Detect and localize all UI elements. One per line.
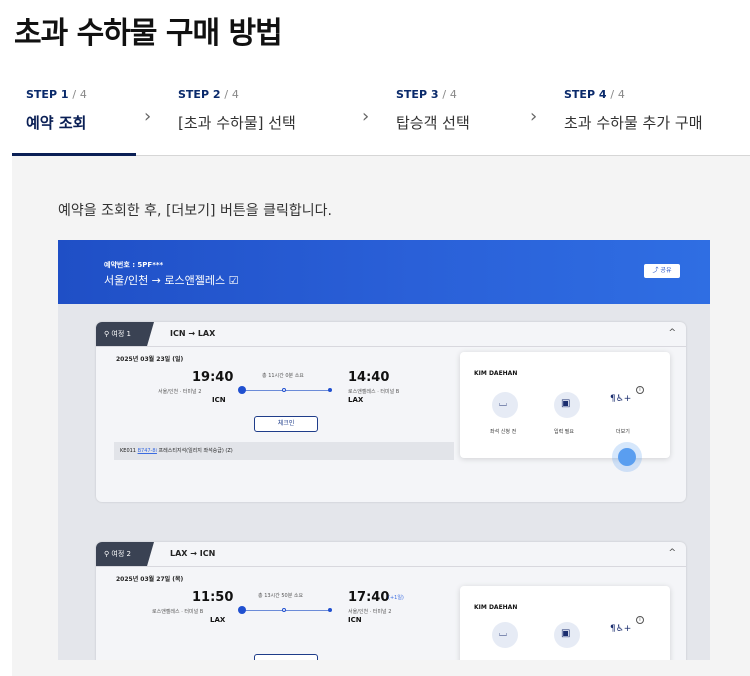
next-day-badge: (+1일) [388, 595, 404, 601]
passenger-card: KIM DAEHAN ⌴ ▣ ¶♿+ i [460, 586, 670, 660]
plane-icon [238, 386, 246, 394]
reservation-header: 예약번호 : 5PF*** 서울/인천 → 로스앤젤레스 ☑ ⤴ 공유 [58, 240, 710, 304]
arrival-time: 17:40 [348, 590, 390, 605]
departure-terminal: 서울/인천 · 터미널 2 [158, 389, 202, 395]
arrival-terminal: 로스앤젤레스 · 터미널 B [348, 389, 400, 395]
trip-date: 2025년 03월 23일 (일) [116, 356, 184, 363]
step-tabs: STEP 1 / 4 예약 조회 › STEP 2 / 4 [초과 수하물] 선… [12, 84, 750, 156]
chevron-right-icon: › [530, 106, 538, 127]
passport-icon: ▣ [561, 398, 571, 409]
arrival-time: 14:40 [348, 370, 390, 385]
tab-step-2[interactable]: STEP 2 / 4 [초과 수하물] 선택 [164, 84, 354, 156]
tab-step-4[interactable]: STEP 4 / 4 초과 수하물 추가 구매 [550, 84, 750, 156]
trip-route: LAX → ICN [170, 549, 216, 558]
trip-date: 2025년 03월 27일 (목) [116, 576, 184, 583]
reservation-route: 서울/인천 → 로스앤젤레스 ☑ [104, 274, 239, 287]
collapse-chevron-icon[interactable]: ^ [668, 548, 676, 558]
departure-code: LAX [210, 616, 226, 624]
trip-tag: ⚲ 여정 2 [96, 542, 154, 566]
arrival-code: LAX [348, 396, 364, 404]
seat-icon: ⌴ [499, 628, 507, 639]
departure-time: 11:50 [192, 590, 234, 605]
meal-accessibility-icon: ¶♿+ [610, 394, 632, 404]
departure-time: 19:40 [192, 370, 234, 385]
chevron-right-icon: › [144, 106, 152, 127]
tab-step-3[interactable]: STEP 3 / 4 탑승객 선택 [382, 84, 522, 156]
example-screenshot: 예약번호 : 5PF*** 서울/인천 → 로스앤젤레스 ☑ ⤴ 공유 ⚲ 여정… [58, 240, 710, 660]
step-label: 탑승객 선택 [396, 114, 470, 132]
more-option-label[interactable]: 더보기 [616, 428, 630, 435]
trip-card-2: ⚲ 여정 2 LAX → ICN ^ 2025년 03월 27일 (목) 11:… [96, 542, 686, 660]
arrival-code: ICN [348, 616, 362, 624]
flight-duration: 총 13시간 50분 소요 [258, 593, 304, 599]
tab-step-1[interactable]: STEP 1 / 4 예약 조회 [12, 84, 136, 156]
seat-option-label: 좌석 신청 전 [490, 429, 517, 435]
location-pin-icon: ⚲ [104, 550, 110, 558]
instruction-text: 예약을 조회한 후, [더보기] 버튼을 클릭합니다. [58, 203, 332, 219]
page-title: 초과 수하물 구매 방법 [14, 16, 283, 51]
trip-tag: ⚲ 여정 1 [96, 322, 154, 346]
passport-icon: ▣ [561, 628, 571, 639]
seat-icon: ⌴ [499, 398, 507, 409]
passenger-card: KIM DAEHAN ⌴ 좌석 신청 전 ▣ 입력 필요 ¶♿+ i 더보기 [460, 352, 670, 466]
step-label: [초과 수하물] 선택 [178, 114, 296, 132]
checkin-button[interactable] [254, 654, 318, 660]
step-content: 예약을 조회한 후, [더보기] 버튼을 클릭합니다. 예약번호 : 5PF**… [12, 156, 750, 676]
departure-code: ICN [212, 396, 226, 404]
passport-option-label: 입력 필요 [554, 429, 574, 435]
meal-accessibility-icon: ¶♿+ [610, 624, 632, 634]
step-label: 초과 수하물 추가 구매 [564, 114, 703, 132]
collapse-chevron-icon[interactable]: ^ [668, 328, 676, 338]
location-pin-icon: ⚲ [104, 330, 110, 338]
trip-route: ICN → LAX [170, 329, 216, 338]
flight-duration: 총 11시간 0분 소요 [262, 373, 304, 379]
info-icon[interactable]: i [636, 386, 644, 394]
chevron-right-icon: › [362, 106, 370, 127]
trip-card-1: ⚲ 여정 1 ICN → LAX ^ 2025년 03월 23일 (일) 19:… [96, 322, 686, 502]
plane-icon [238, 606, 246, 614]
share-button[interactable]: ⤴ 공유 [644, 264, 680, 278]
passenger-name: KIM DAEHAN [474, 604, 518, 611]
reservation-number: 예약번호 : 5PF*** [104, 261, 164, 269]
aircraft-link[interactable]: B747-8i [138, 448, 157, 454]
flight-info: KE011 B747-8i 프레스티지석(일리지 좌석승급) (Z) [114, 442, 454, 460]
info-icon[interactable]: i [636, 616, 644, 624]
checkin-button[interactable]: 체크인 [254, 416, 318, 432]
departure-terminal: 로스앤젤레스 · 터미널 B [152, 609, 204, 615]
step-label: 예약 조회 [26, 114, 87, 132]
click-indicator [618, 448, 636, 466]
arrival-terminal: 서울/인천 · 터미널 2 [348, 609, 392, 615]
passenger-name: KIM DAEHAN [474, 370, 518, 377]
